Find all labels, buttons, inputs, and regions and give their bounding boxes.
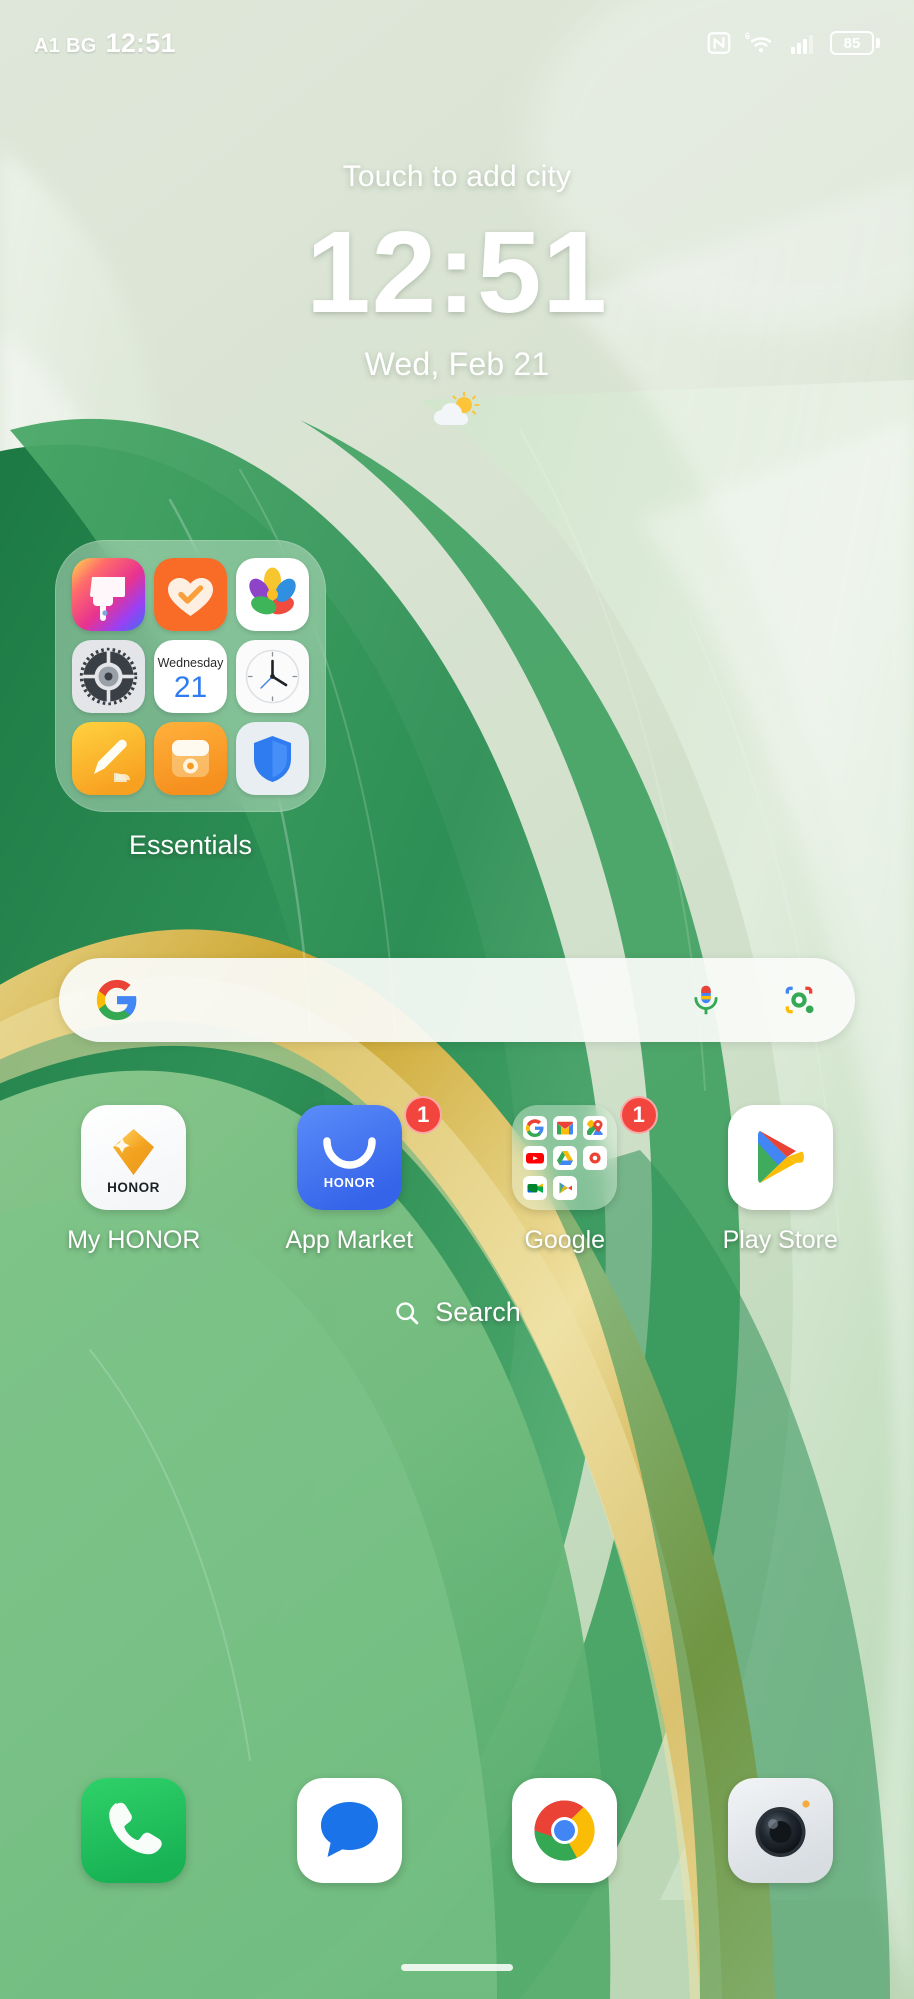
- mini-app-placeholder: [583, 1176, 607, 1200]
- app-row: HONOR My HONOR HONOR 1 App Market 1 Goog…: [0, 1096, 914, 1255]
- folder-preview-grid[interactable]: Wednesday 21: [55, 540, 326, 812]
- search-icon: [396, 1301, 419, 1324]
- calendar-weekday: Wednesday: [158, 656, 225, 670]
- play-store-icon[interactable]: [727, 1105, 833, 1210]
- svg-text:HONOR: HONOR: [107, 1180, 160, 1195]
- svg-text:HONOR: HONOR: [324, 1175, 375, 1190]
- folder-essentials[interactable]: Wednesday 21 Essentials: [55, 540, 326, 861]
- microphone-icon[interactable]: [687, 981, 725, 1019]
- dock-app-chrome[interactable]: [481, 1778, 649, 1883]
- dock-app-phone[interactable]: [50, 1778, 218, 1883]
- mini-app-youtube: [522, 1145, 547, 1170]
- notification-badge: 1: [619, 1096, 658, 1134]
- folder-google[interactable]: 1 Google: [481, 1096, 658, 1255]
- mini-app-google-play-games: [552, 1175, 577, 1200]
- app-market-icon[interactable]: HONOR: [296, 1105, 402, 1210]
- folder-app-calendar[interactable]: Wednesday 21: [153, 639, 227, 713]
- status-bar: A1 BG 12:51 6 85: [0, 0, 914, 86]
- carrier-label: A1 BG: [34, 34, 97, 57]
- status-bar-clock: 12:51: [105, 27, 176, 58]
- mini-app-google-photos: [582, 1145, 607, 1170]
- app-label: My HONOR: [67, 1226, 201, 1254]
- chrome-icon[interactable]: [512, 1778, 618, 1883]
- app-label: Play Store: [722, 1226, 838, 1254]
- widget-time: 12:51: [306, 207, 608, 337]
- mini-app-gmail: [552, 1115, 577, 1140]
- my-honor-diamond-icon[interactable]: HONOR: [81, 1105, 187, 1210]
- folder-app-health[interactable]: [153, 557, 227, 631]
- messages-icon[interactable]: [296, 1778, 402, 1883]
- google-folder-grid[interactable]: [512, 1105, 618, 1210]
- folder-label: Essentials: [128, 830, 253, 860]
- notification-badge: 1: [404, 1096, 443, 1134]
- nfc-icon: [707, 32, 731, 54]
- battery-indicator: 85: [830, 31, 880, 55]
- folder-app-clock[interactable]: [235, 639, 309, 713]
- google-lens-icon[interactable]: [779, 980, 819, 1020]
- wifi6-icon: 6: [745, 31, 772, 53]
- mini-app-meet: [522, 1175, 547, 1200]
- folder-app-gallery[interactable]: [235, 557, 309, 631]
- dock-app-messages[interactable]: [265, 1778, 433, 1883]
- folder-app-themes[interactable]: [72, 557, 146, 631]
- google-search-actions: [687, 980, 819, 1020]
- status-bar-right: 6 85: [706, 30, 880, 56]
- mini-app-google-search: [522, 1115, 547, 1140]
- app-app-market[interactable]: HONOR 1 App Market: [265, 1096, 443, 1255]
- signal-bars-icon: [791, 35, 813, 54]
- google-g-icon: [96, 979, 137, 1021]
- partly-cloudy-icon: [434, 391, 480, 425]
- app-play-store[interactable]: Play Store: [696, 1105, 864, 1255]
- google-search-bar[interactable]: [59, 958, 855, 1042]
- clock-weather-widget[interactable]: Touch to add city 12:51 Wed, Feb 21: [0, 160, 914, 431]
- dock: [0, 1778, 914, 1883]
- app-label: App Market: [285, 1226, 414, 1254]
- app-label: Google: [524, 1226, 606, 1254]
- home-indicator[interactable]: [401, 1964, 513, 1971]
- folder-app-settings[interactable]: [72, 639, 146, 713]
- widget-date: Wed, Feb 21: [364, 345, 550, 382]
- search-pill[interactable]: Search: [0, 1297, 914, 1328]
- battery-cap: [876, 38, 880, 48]
- phone-icon[interactable]: [81, 1778, 187, 1883]
- status-bar-left: A1 BG 12:51: [34, 28, 176, 59]
- folder-app-notes[interactable]: [72, 721, 146, 795]
- calendar-day: 21: [174, 671, 207, 704]
- weather-row[interactable]: [430, 391, 484, 431]
- folder-app-security[interactable]: [235, 721, 309, 795]
- dock-app-camera[interactable]: [696, 1778, 864, 1883]
- mini-app-maps: [582, 1115, 607, 1140]
- app-my-honor[interactable]: HONOR My HONOR: [50, 1105, 218, 1255]
- camera-icon[interactable]: [727, 1778, 833, 1883]
- mini-app-drive: [552, 1145, 577, 1170]
- battery-percent-label: 85: [843, 34, 861, 52]
- search-pill-label: Search: [435, 1297, 521, 1327]
- svg-text:6: 6: [745, 31, 750, 41]
- folder-app-recorder[interactable]: [153, 721, 227, 795]
- add-city-prompt[interactable]: Touch to add city: [343, 160, 572, 194]
